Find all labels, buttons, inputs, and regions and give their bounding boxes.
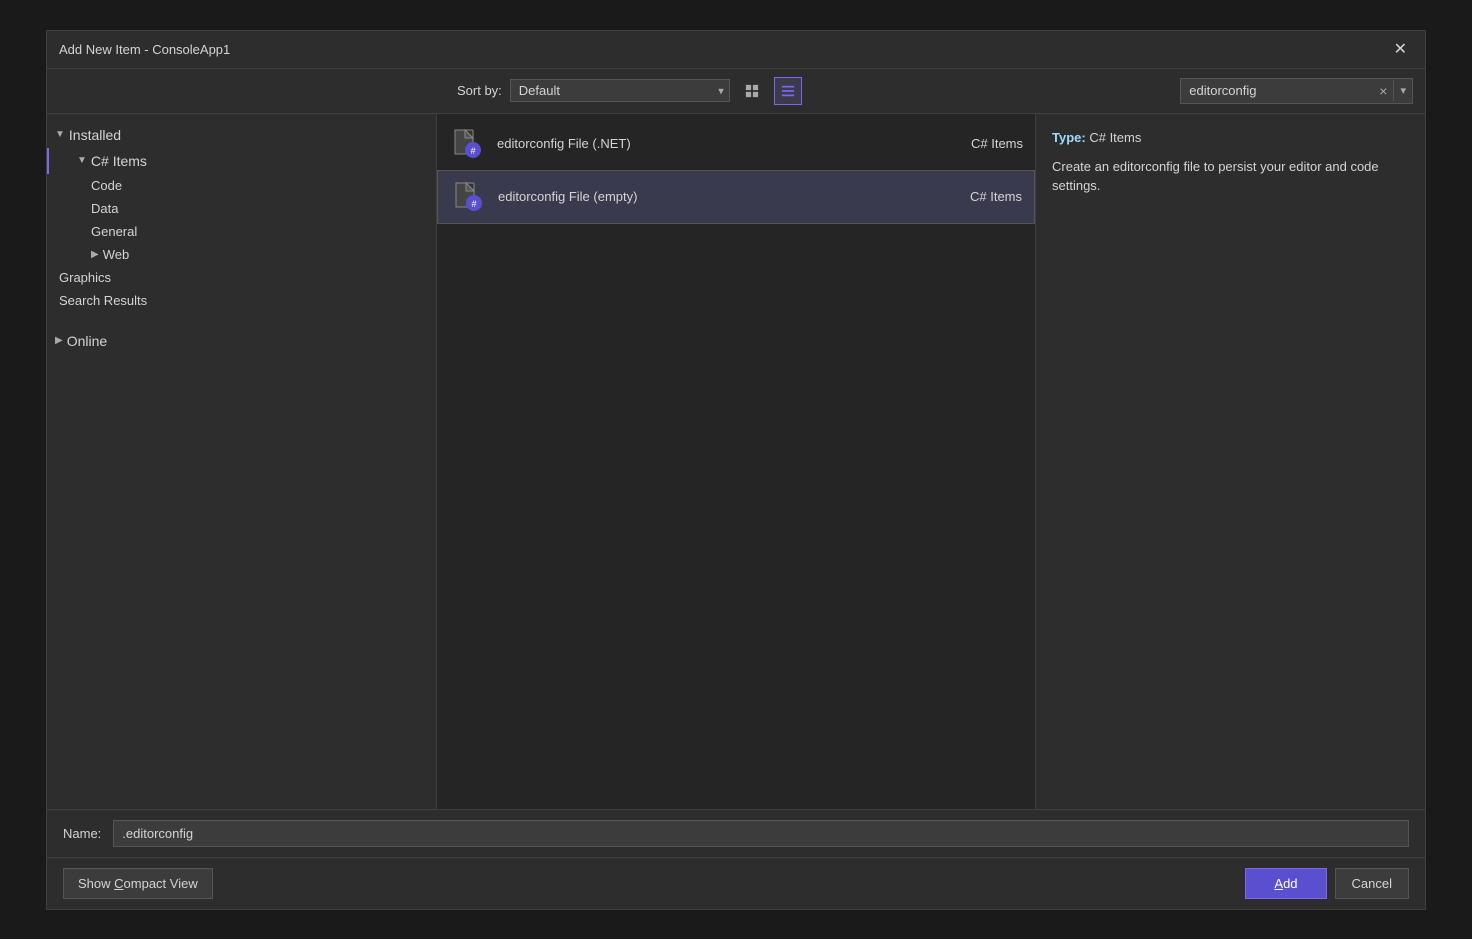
search-bar: × ▾: [1180, 78, 1413, 104]
csharp-items-label: C# Items: [91, 153, 147, 169]
type-info: Type: C# Items: [1052, 130, 1409, 145]
search-clear-button[interactable]: ×: [1373, 79, 1393, 103]
sidebar: ▼ Installed ▼ C# Items Code Data General…: [47, 114, 437, 809]
list-view-button[interactable]: [774, 77, 802, 105]
description: Create an editorconfig file to persist y…: [1052, 157, 1409, 196]
sidebar-item-label: Web: [103, 247, 130, 262]
sidebar-item-search-results[interactable]: Search Results: [47, 289, 436, 312]
search-row: Sort by: Default Name Type: [47, 69, 1425, 114]
compact-view-label: Show Compact View: [78, 876, 198, 891]
table-row[interactable]: # editorconfig File (.NET) C# Items: [437, 118, 1035, 170]
chevron-right-icon: ▶: [91, 249, 99, 260]
sort-select-wrapper: Default Name Type: [510, 79, 730, 102]
sort-label: Sort by:: [457, 83, 502, 98]
item-icon-1: #: [449, 126, 485, 162]
search-dropdown-button[interactable]: ▾: [1393, 80, 1412, 101]
editorconfig-empty-icon: #: [452, 181, 484, 213]
sidebar-item-label: General: [91, 224, 137, 239]
chevron-right-icon-2: ▶: [55, 335, 63, 346]
type-label: Type:: [1052, 130, 1086, 145]
grid-icon: [745, 83, 759, 99]
chevron-down-icon-2: ▼: [77, 155, 87, 166]
chevron-down-icon: ▼: [55, 129, 65, 140]
name-bar: Name:: [47, 809, 1425, 857]
compact-view-button[interactable]: Show Compact View: [63, 868, 213, 899]
graphics-label: Graphics: [59, 270, 111, 285]
add-button[interactable]: Add: [1245, 868, 1326, 899]
title-bar: Add New Item - ConsoleApp1 ✕: [47, 31, 1425, 69]
right-panel: Type: C# Items Create an editorconfig fi…: [1035, 114, 1425, 809]
sidebar-item-label: Code: [91, 178, 122, 193]
svg-text:#: #: [471, 199, 476, 209]
table-row[interactable]: # editorconfig File (empty) C# Items: [437, 170, 1035, 224]
close-button[interactable]: ✕: [1388, 37, 1413, 61]
name-input[interactable]: [113, 820, 1409, 847]
sidebar-item-graphics[interactable]: Graphics: [47, 266, 436, 289]
name-label: Name:: [63, 826, 101, 841]
center-panel: # editorconfig File (.NET) C# Items: [437, 114, 1035, 809]
editorconfig-net-icon: #: [451, 128, 483, 160]
installed-label: Installed: [69, 127, 121, 143]
sidebar-online[interactable]: ▶ Online: [47, 328, 436, 354]
svg-text:#: #: [470, 146, 475, 156]
items-list: # editorconfig File (.NET) C# Items: [437, 114, 1035, 809]
footer: Show Compact View Add Cancel: [47, 857, 1425, 909]
search-input[interactable]: [1181, 79, 1373, 102]
add-label: Add: [1274, 876, 1297, 891]
dialog-title: Add New Item - ConsoleApp1: [59, 42, 230, 57]
item-category-1: C# Items: [903, 136, 1023, 151]
item-icon-2: #: [450, 179, 486, 215]
sort-select[interactable]: Default Name Type: [510, 79, 730, 102]
main-content: ▼ Installed ▼ C# Items Code Data General…: [47, 114, 1425, 809]
item-name-1: editorconfig File (.NET): [497, 136, 891, 151]
list-icon: [781, 83, 795, 99]
search-results-label: Search Results: [59, 293, 147, 308]
type-value: C# Items: [1089, 130, 1141, 145]
item-category-2: C# Items: [902, 189, 1022, 204]
sidebar-installed[interactable]: ▼ Installed: [47, 122, 436, 148]
sidebar-item-web[interactable]: ▶ Web: [47, 243, 436, 266]
sidebar-item-general[interactable]: General: [47, 220, 436, 243]
grid-view-button[interactable]: [738, 77, 766, 105]
sidebar-item-code[interactable]: Code: [47, 174, 436, 197]
online-label: Online: [67, 333, 107, 349]
sidebar-item-label: Data: [91, 201, 118, 216]
sidebar-csharp-items[interactable]: ▼ C# Items: [47, 148, 436, 174]
footer-buttons: Add Cancel: [1245, 868, 1409, 899]
sidebar-item-data[interactable]: Data: [47, 197, 436, 220]
dialog: Add New Item - ConsoleApp1 ✕ Sort by: De…: [46, 30, 1426, 910]
item-name-2: editorconfig File (empty): [498, 189, 890, 204]
cancel-button[interactable]: Cancel: [1335, 868, 1409, 899]
